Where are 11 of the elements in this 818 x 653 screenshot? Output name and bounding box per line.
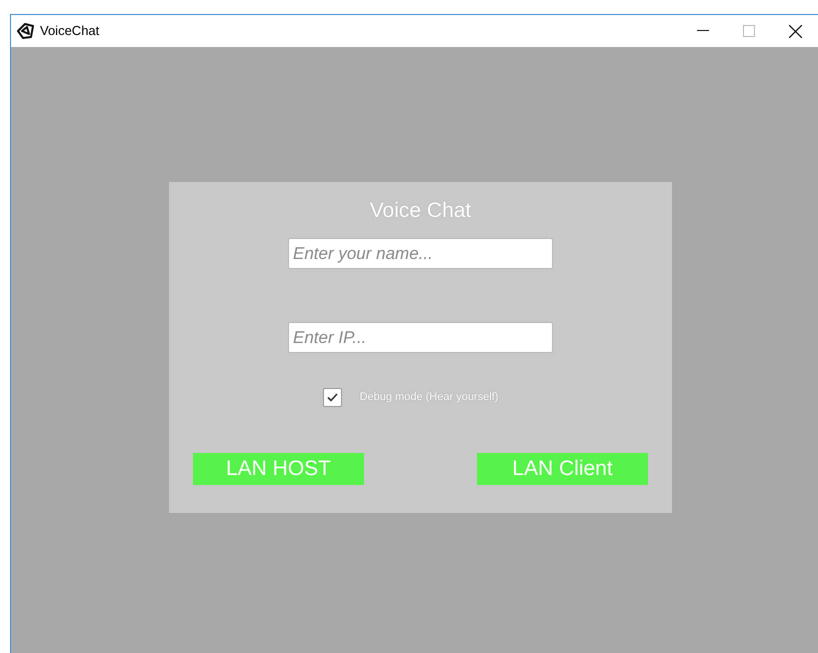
lan-button[interactable]: LAN HOST [193, 453, 364, 485]
lan-button[interactable]: LAN Client [477, 453, 648, 485]
text-field[interactable]: Enter IP... [288, 322, 553, 353]
text-field[interactable]: Enter your name... [288, 238, 553, 269]
close-icon [788, 24, 802, 38]
window-title: VoiceChat [40, 22, 100, 40]
maximize-icon [743, 25, 755, 37]
check-icon [326, 393, 338, 402]
app-logo-icon [17, 23, 34, 39]
debug-checkbox[interactable] [322, 388, 342, 407]
minimize-icon [697, 30, 709, 32]
